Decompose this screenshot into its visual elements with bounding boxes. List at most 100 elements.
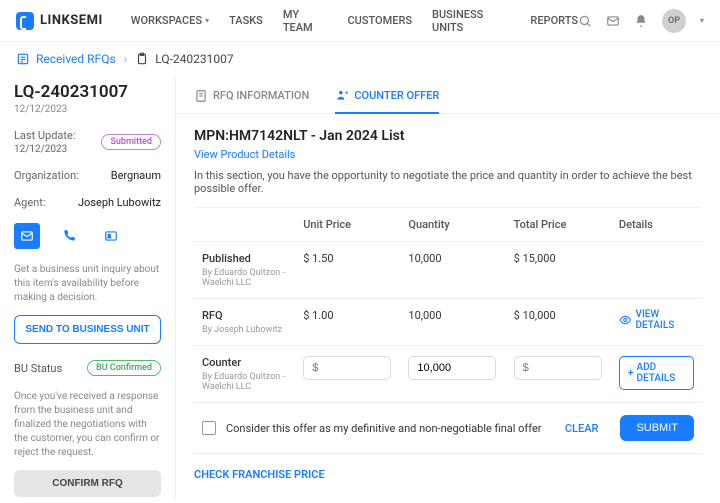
document-icon [194,89,208,103]
mail-icon[interactable] [606,14,620,28]
help-text-2: Once you've received a response from the… [14,390,161,460]
row-counter-name: Counter [202,356,287,369]
topbar: LINKSEMI WORKSPACES▾ TASKS MY TEAM CUSTO… [0,0,720,42]
nav-tasks-label: TASKS [229,14,263,27]
brand-logo[interactable]: LINKSEMI [16,12,103,30]
panel-description: In this section, you have the opportunit… [194,169,702,195]
tab-rfq-information-label: RFQ INFORMATION [213,89,309,102]
last-update-row: Last Update: 12/12/2023 Submitted [14,129,161,155]
brand-icon [16,12,34,30]
tab-counter-offer[interactable]: COUNTER OFFER [335,88,439,114]
agent-row: Agent: Joseph Lubowitz [14,196,161,209]
col-details-header: Details [611,208,702,242]
nav-reports[interactable]: REPORTS [530,8,578,34]
add-details-button[interactable]: +ADD DETAILS [619,356,694,390]
bu-status-label: BU Status [14,362,62,375]
breadcrumb-parent[interactable]: Received RFQs [16,52,116,66]
offer-table: Unit Price Quantity Total Price Details … [194,207,702,403]
main-panel: RFQ INFORMATION COUNTER OFFER MPN:HM7142… [175,76,720,499]
breadcrumb-current: LQ-240231007 [135,52,233,66]
row-published-name: Published [202,252,287,265]
phone-button[interactable] [56,223,82,249]
breadcrumb-parent-label: Received RFQs [36,52,116,66]
row-rfq-name: RFQ [202,309,287,322]
last-update-value: 12/12/2023 [14,144,76,155]
final-offer-row: Consider this offer as my definitive and… [194,403,702,454]
status-badge: Submitted [101,134,161,150]
nav-business-units[interactable]: BUSINESS UNITS [432,8,510,34]
submit-button[interactable]: SUBMIT [620,415,694,441]
row-published-total: $ 15,000 [506,242,611,299]
content-area: LQ-240231007 12/12/2023 Last Update: 12/… [0,76,720,499]
counter-quantity-input[interactable] [408,356,496,380]
plus-icon: + [628,368,634,379]
main-nav: WORKSPACES▾ TASKS MY TEAM CUSTOMERS BUSI… [131,8,578,34]
final-offer-checkbox[interactable] [202,421,216,435]
person-plus-icon [335,88,349,102]
tabs: RFQ INFORMATION COUNTER OFFER [176,76,720,114]
send-to-bu-button[interactable]: SEND TO BUSINESS UNIT [14,315,161,344]
row-published-by: By Eduardo Quitzon - Waelchi LLC [202,268,287,288]
organization-value: Bergnaum [111,169,161,182]
col-unit-price-header: Unit Price [295,208,400,242]
table-header-row: Unit Price Quantity Total Price Details [194,208,702,242]
search-icon[interactable] [578,14,592,28]
row-published-qty: 10,000 [400,242,505,299]
row-rfq-by: By Joseph Lubowitz [202,325,287,335]
nav-customers[interactable]: CUSTOMERS [347,8,412,34]
chevron-down-icon[interactable]: ▾ [700,16,704,25]
row-rfq-qty: 10,000 [400,299,505,346]
rfq-title: LQ-240231007 [14,82,161,102]
row-counter: Counter By Eduardo Quitzon - Waelchi LLC… [194,346,702,403]
nav-tasks[interactable]: TASKS [229,8,263,34]
last-update-label: Last Update: [14,129,76,142]
add-details-label: ADD DETAILS [636,362,685,384]
counter-offer-panel: MPN:HM7142NLT - Jan 2024 List View Produ… [176,114,720,495]
organization-row: Organization: Bergnaum [14,169,161,182]
tab-rfq-information[interactable]: RFQ INFORMATION [194,88,309,113]
clear-button[interactable]: CLEAR [565,422,599,435]
counter-unit-price-input[interactable] [303,356,391,380]
view-details-label: VIEW DETAILS [635,309,694,331]
nav-workspaces[interactable]: WORKSPACES▾ [131,8,209,34]
view-details-button[interactable]: VIEW DETAILS [619,309,694,331]
organization-label: Organization: [14,169,79,182]
bu-status-badge: BU Confirmed [87,360,161,376]
topbar-actions: OP ▾ [578,9,704,33]
row-rfq-unit: $ 1.00 [295,299,400,346]
nav-myteam-label: MY TEAM [283,8,328,34]
mpn-title: MPN:HM7142NLT - Jan 2024 List [194,128,702,144]
row-published: Published By Eduardo Quitzon - Waelchi L… [194,242,702,299]
col-name-header [194,208,295,242]
nav-reports-label: REPORTS [530,14,578,27]
breadcrumb: Received RFQs › LQ-240231007 [0,42,720,76]
breadcrumb-separator: › [124,52,128,66]
row-counter-by: By Eduardo Quitzon - Waelchi LLC [202,372,287,392]
contact-card-button[interactable] [98,223,124,249]
row-published-unit: $ 1.50 [295,242,400,299]
counter-total-price-input[interactable] [514,356,602,380]
user-avatar[interactable]: OP [662,9,686,33]
list-icon [16,52,30,66]
nav-workspaces-label: WORKSPACES [131,14,202,27]
check-franchise-link[interactable]: CHECK FRANCHISE PRICE [194,468,325,481]
bell-icon[interactable] [634,14,648,28]
tab-counter-offer-label: COUNTER OFFER [354,89,439,102]
col-total-price-header: Total Price [506,208,611,242]
row-rfq-total: $ 10,000 [506,299,611,346]
help-text-1: Get a business unit inquiry about this i… [14,263,161,305]
row-rfq: RFQ By Joseph Lubowitz $ 1.00 10,000 $ 1… [194,299,702,346]
nav-myteam[interactable]: MY TEAM [283,8,328,34]
rfq-date: 12/12/2023 [14,104,161,115]
detail-sidebar: LQ-240231007 12/12/2023 Last Update: 12/… [0,76,175,499]
view-product-link[interactable]: View Product Details [194,148,295,161]
bu-status-row: BU Status BU Confirmed [14,360,161,376]
contact-actions [14,223,161,249]
brand-text: LINKSEMI [40,13,103,28]
agent-label: Agent: [14,196,46,209]
confirm-rfq-button[interactable]: CONFIRM RFQ [14,470,161,497]
nav-customers-label: CUSTOMERS [347,14,412,27]
agent-value: Joseph Lubowitz [78,196,161,209]
email-button[interactable] [14,223,40,249]
final-offer-label: Consider this offer as my definitive and… [226,422,555,435]
